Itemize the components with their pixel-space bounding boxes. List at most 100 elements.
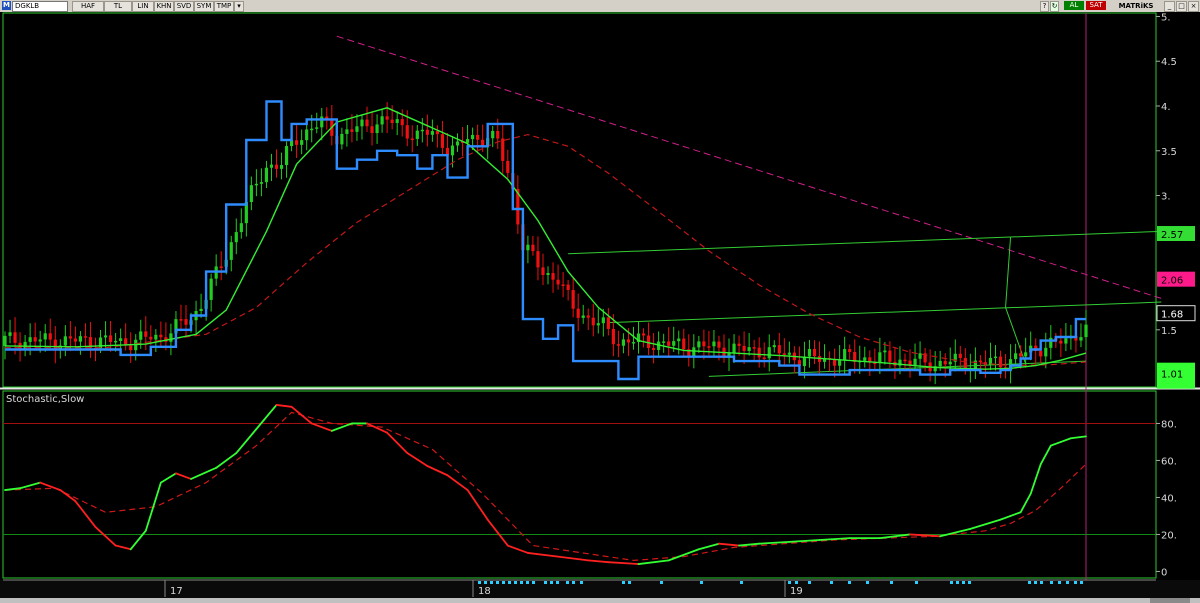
candle-body bbox=[616, 344, 621, 346]
x-axis-marker bbox=[490, 581, 493, 584]
candle-body bbox=[1014, 353, 1018, 360]
candle-body bbox=[767, 347, 771, 359]
x-axis-label: 19 bbox=[790, 586, 803, 597]
candle-body bbox=[948, 361, 952, 365]
candle-body bbox=[596, 323, 600, 326]
price-tick-label: 3.5 bbox=[1161, 147, 1177, 158]
candle-body bbox=[450, 145, 455, 156]
candle-body bbox=[139, 331, 143, 340]
candle-body bbox=[370, 126, 374, 134]
candle-body bbox=[541, 267, 545, 276]
stoch-tick-label: 20. bbox=[1161, 530, 1177, 541]
candle-body bbox=[878, 352, 882, 363]
price-tick-label: 5. bbox=[1161, 12, 1171, 23]
x-axis-marker bbox=[1074, 581, 1077, 584]
candle-body bbox=[108, 335, 113, 342]
candle-body bbox=[561, 284, 565, 286]
x-axis-marker bbox=[496, 581, 499, 584]
x-axis-marker bbox=[1040, 581, 1043, 584]
candle-body bbox=[772, 345, 776, 348]
candle-body bbox=[506, 160, 510, 173]
scrollbar-thumb[interactable] bbox=[1150, 598, 1190, 603]
candle-body bbox=[621, 339, 626, 346]
candle-body bbox=[48, 333, 52, 340]
x-axis-marker bbox=[550, 581, 553, 584]
x-axis-marker bbox=[1058, 581, 1061, 584]
candle-body bbox=[114, 340, 118, 343]
candle-body bbox=[652, 348, 656, 350]
candle-body bbox=[73, 338, 77, 342]
candle-body bbox=[98, 337, 103, 349]
candle-body bbox=[1079, 337, 1083, 341]
x-axis-label: 18 bbox=[478, 586, 491, 597]
candle-body bbox=[838, 360, 842, 366]
scrollbar[interactable] bbox=[0, 598, 1200, 603]
candle-body bbox=[586, 315, 590, 318]
candle-body bbox=[742, 345, 746, 351]
candle-body bbox=[199, 308, 203, 312]
candle-body bbox=[3, 335, 7, 346]
candle-body bbox=[782, 353, 786, 355]
candle-body bbox=[28, 337, 32, 342]
candle-body bbox=[234, 232, 238, 243]
x-axis-marker bbox=[628, 581, 631, 584]
candle-body bbox=[8, 332, 12, 336]
candle-body bbox=[491, 130, 495, 139]
candle-body bbox=[581, 315, 585, 318]
x-axis-marker bbox=[544, 581, 547, 584]
candle-body bbox=[662, 341, 666, 343]
candle-body bbox=[68, 336, 72, 339]
x-axis-marker bbox=[1066, 581, 1069, 584]
candle-body bbox=[1064, 338, 1068, 344]
candle-body bbox=[812, 348, 817, 357]
candle-body bbox=[119, 338, 123, 341]
candle-body bbox=[425, 129, 429, 135]
candle-body bbox=[219, 266, 223, 268]
candle-body bbox=[274, 164, 279, 169]
candle-body bbox=[888, 350, 892, 362]
x-axis-marker bbox=[830, 581, 833, 584]
candle-body bbox=[531, 244, 535, 252]
candle-body bbox=[375, 124, 379, 134]
candle-body bbox=[732, 343, 736, 354]
candle-body bbox=[264, 167, 269, 183]
x-axis-marker bbox=[890, 581, 893, 584]
x-axis-marker bbox=[788, 581, 791, 584]
candle-body bbox=[284, 146, 289, 166]
candle-body bbox=[938, 360, 942, 367]
candle-body bbox=[305, 129, 309, 141]
candle-body bbox=[677, 338, 681, 342]
price-tag-label: 2.06 bbox=[1161, 276, 1183, 287]
x-axis-marker bbox=[950, 581, 953, 584]
x-axis-marker bbox=[700, 581, 703, 584]
candle-body bbox=[913, 358, 917, 366]
candle-body bbox=[455, 141, 460, 146]
candle-body bbox=[702, 341, 706, 347]
candle-body bbox=[646, 335, 651, 349]
stoch-tick-label: 80. bbox=[1161, 419, 1177, 430]
x-axis-marker bbox=[508, 581, 511, 584]
candle-body bbox=[315, 127, 319, 129]
chart-canvas[interactable]: Stochastic,Slow 5. 4.5 4. 3.5 3. 1.5 80. 60. 40… bbox=[0, 0, 1200, 603]
candle-body bbox=[295, 140, 299, 145]
price-tick-label: 1.5 bbox=[1161, 326, 1177, 337]
candle-body bbox=[843, 349, 847, 361]
candle-body bbox=[184, 319, 188, 325]
price-tick-label: 4.5 bbox=[1161, 57, 1177, 68]
candle-body bbox=[601, 317, 605, 324]
candle-body bbox=[169, 333, 173, 342]
candle-body bbox=[350, 129, 354, 132]
candle-body bbox=[78, 336, 83, 342]
candle-body bbox=[465, 139, 470, 143]
candle-body bbox=[576, 308, 580, 318]
candle-body bbox=[993, 356, 998, 359]
candle-body bbox=[355, 126, 359, 132]
x-axis-marker bbox=[526, 581, 529, 584]
candle-body bbox=[978, 360, 983, 363]
candle-body bbox=[626, 339, 631, 343]
candle-body bbox=[1049, 337, 1053, 348]
candle-body bbox=[13, 332, 17, 343]
candle-body bbox=[415, 130, 419, 139]
candle-body bbox=[566, 284, 570, 290]
candle-body bbox=[848, 349, 852, 352]
